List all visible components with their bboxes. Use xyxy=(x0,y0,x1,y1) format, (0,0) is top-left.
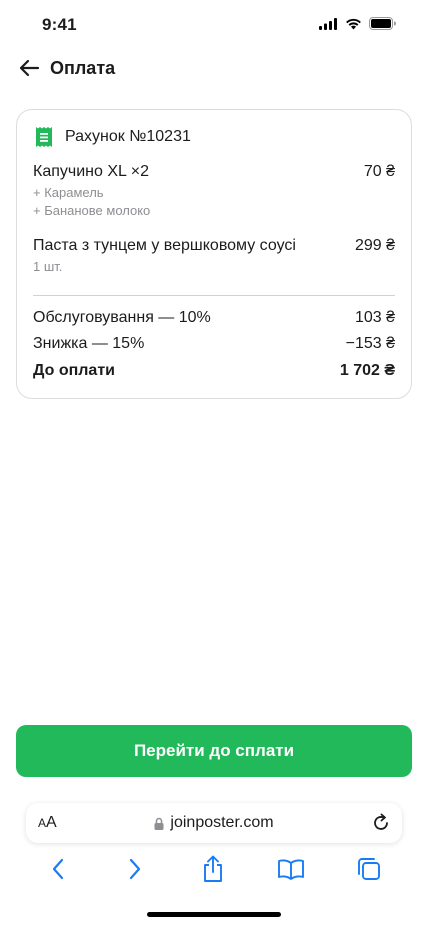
cellular-signal-icon xyxy=(319,17,337,30)
status-time: 9:41 xyxy=(42,15,77,34)
order-item: Паста з тунцем у вершковому соусі 299 ₴ xyxy=(33,237,395,255)
tabs-icon xyxy=(358,858,380,880)
url-text: joinposter.com xyxy=(170,814,274,831)
receipt-title: Рахунок №10231 xyxy=(65,128,191,145)
status-bar: 9:41 xyxy=(0,0,428,50)
item-name: Капучино XL ×2 xyxy=(33,163,149,180)
discount-label: Знижка — 15% xyxy=(33,335,145,352)
share-button[interactable] xyxy=(198,854,228,884)
item-price: 70 ₴ xyxy=(363,163,395,180)
reload-icon xyxy=(374,813,388,830)
item-price: 299 ₴ xyxy=(354,237,395,254)
chevron-left-icon xyxy=(52,858,64,880)
status-icons xyxy=(319,17,396,30)
order-item: Капучино XL ×2 70 ₴ xyxy=(33,163,395,181)
receipt-icon xyxy=(36,127,52,147)
total-value: 1 702 ₴ xyxy=(339,362,395,379)
book-icon xyxy=(278,859,304,880)
item-modifier: + Карамель xyxy=(33,185,104,200)
bookmarks-button[interactable] xyxy=(276,854,306,884)
discount-value: −153 ₴ xyxy=(345,335,395,352)
wifi-icon xyxy=(346,18,361,29)
receipt-header: Рахунок №10231 xyxy=(35,126,191,148)
back-button[interactable] xyxy=(16,55,42,81)
browser-forward-button[interactable] xyxy=(120,854,150,884)
item-quantity: 1 шт. xyxy=(33,259,63,274)
proceed-to-payment-button[interactable]: Перейти до сплати xyxy=(16,725,412,777)
page-header: Оплата xyxy=(0,50,428,86)
item-name: Паста з тунцем у вершковому соусі xyxy=(33,237,296,254)
arrow-left-icon xyxy=(19,59,40,77)
service-fee-label: Обслуговування — 10% xyxy=(33,309,211,326)
receipt-card: Рахунок №10231 Капучино XL ×2 70 ₴ + Кар… xyxy=(16,109,412,399)
service-fee-value: 103 ₴ xyxy=(354,309,395,326)
total-label: До оплати xyxy=(33,362,115,379)
total-row: До оплати 1 702 ₴ xyxy=(33,362,395,380)
tabs-button[interactable] xyxy=(354,854,384,884)
home-indicator xyxy=(147,912,281,917)
share-icon xyxy=(204,855,222,882)
url-display[interactable]: joinposter.com xyxy=(26,814,402,832)
page-title: Оплата xyxy=(50,58,116,78)
browser-address-bar[interactable]: AA joinposter.com xyxy=(26,803,402,843)
battery-icon xyxy=(369,17,396,30)
service-fee-row: Обслуговування — 10% 103 ₴ xyxy=(33,309,395,327)
item-modifier: + Бананове молоко xyxy=(33,203,151,218)
browser-back-button[interactable] xyxy=(43,854,73,884)
divider xyxy=(33,295,395,296)
reload-button[interactable] xyxy=(370,812,392,834)
browser-toolbar xyxy=(0,850,428,886)
lock-icon xyxy=(154,817,164,830)
chevron-right-icon xyxy=(129,858,141,880)
discount-row: Знижка — 15% −153 ₴ xyxy=(33,335,395,353)
